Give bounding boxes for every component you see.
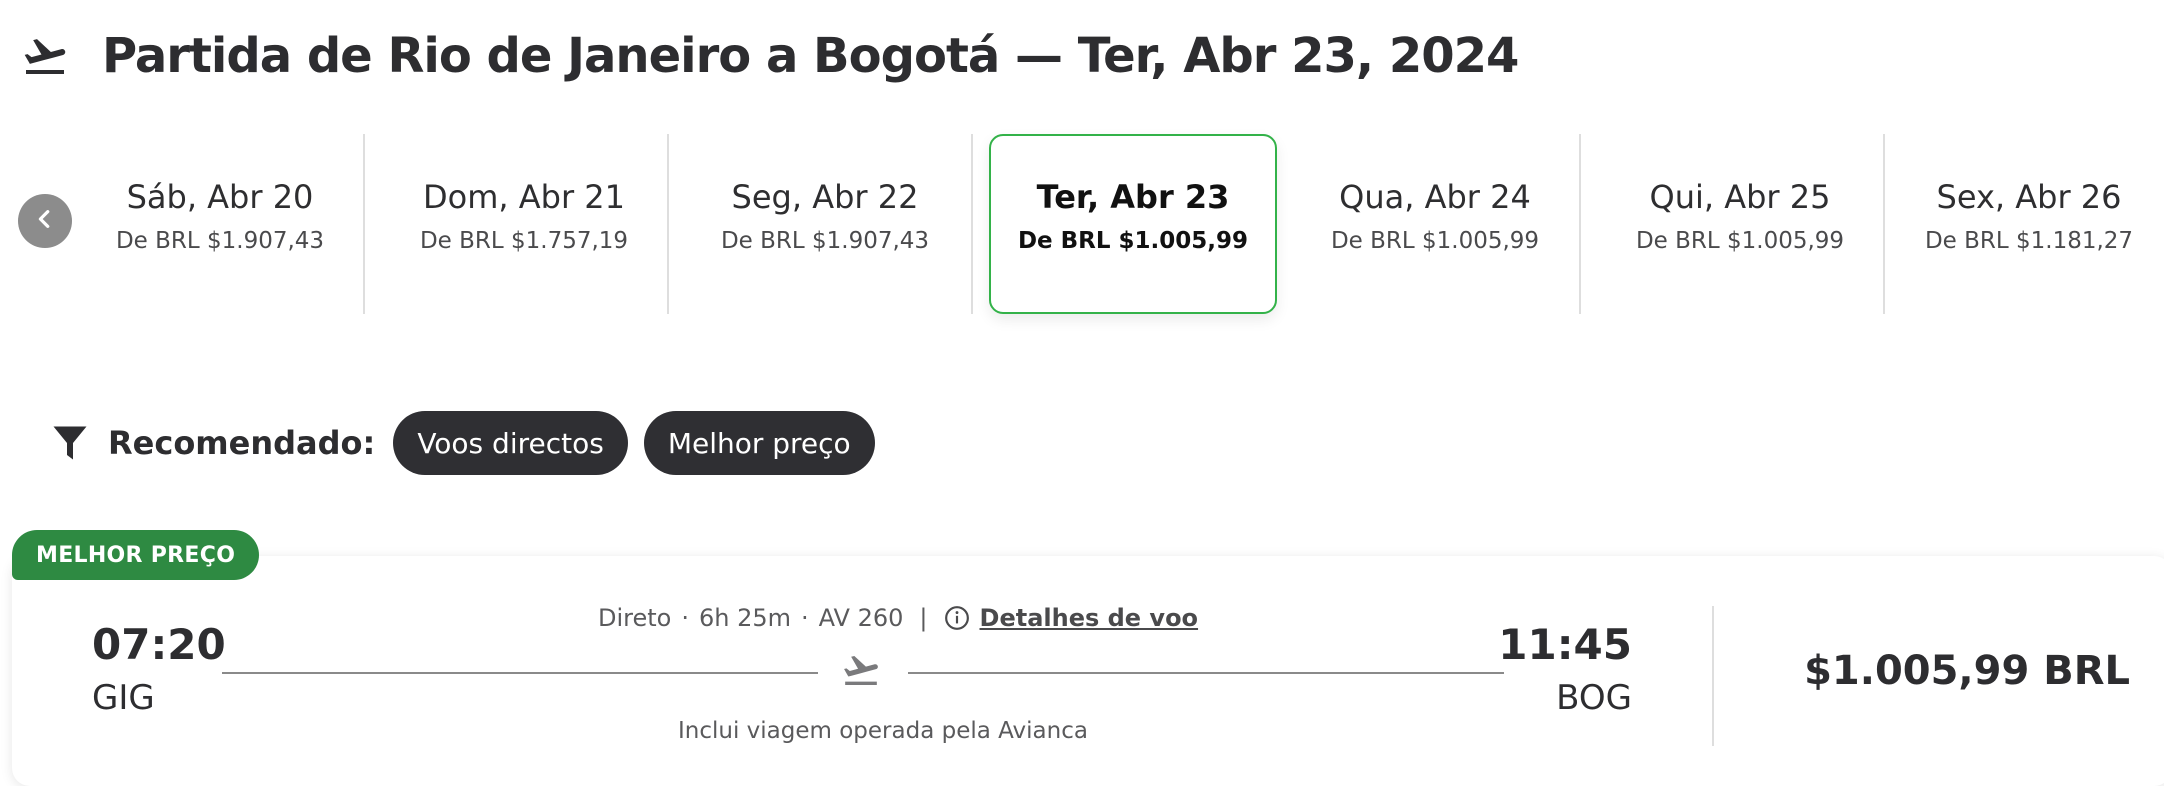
divider bbox=[667, 134, 669, 314]
date-option[interactable]: Dom, Abr 21 De BRL $1.757,19 bbox=[374, 134, 674, 314]
flight-meta: Direto · 6h 25m · AV 260 | Detalhes de v… bbox=[598, 602, 1198, 634]
flight-price[interactable]: $1.005,99 BRL bbox=[1804, 648, 2130, 694]
filter-label: Recomendado: bbox=[108, 424, 376, 462]
date-label: Ter, Abr 23 bbox=[1036, 178, 1230, 216]
date-price: De BRL $1.757,19 bbox=[419, 228, 629, 254]
airplane-departure-icon bbox=[18, 28, 74, 84]
filter-icon bbox=[52, 423, 88, 463]
date-label: Qui, Abr 25 bbox=[1649, 178, 1831, 216]
date-price: De BRL $1.005,99 bbox=[1017, 228, 1249, 254]
date-selector: Sáb, Abr 20 De BRL $1.907,43 Dom, Abr 21… bbox=[0, 134, 2164, 316]
date-option[interactable]: Sex, Abr 26 De BRL $1.181,27 bbox=[1894, 134, 2164, 314]
date-price: De BRL $1.005,99 bbox=[1330, 228, 1540, 254]
date-option-selected[interactable]: Ter, Abr 23 De BRL $1.005,99 bbox=[989, 134, 1277, 314]
stops-label: Direto bbox=[598, 604, 672, 632]
page-header: Partida de Rio de Janeiro a Bogotá — Ter… bbox=[18, 24, 1519, 88]
page-title: Partida de Rio de Janeiro a Bogotá — Ter… bbox=[102, 28, 1519, 84]
duration-label: 6h 25m bbox=[699, 604, 792, 632]
date-price: De BRL $1.181,27 bbox=[1924, 228, 2134, 254]
direct-flights-chip[interactable]: Voos directos bbox=[393, 411, 628, 475]
date-label: Seg, Abr 22 bbox=[731, 178, 919, 216]
date-label: Dom, Abr 21 bbox=[423, 178, 625, 216]
divider bbox=[363, 134, 365, 314]
best-price-badge: MELHOR PREÇO bbox=[12, 530, 260, 580]
date-option[interactable]: Sáb, Abr 20 De BRL $1.907,43 bbox=[70, 134, 370, 314]
separator-pipe: | bbox=[919, 604, 928, 632]
date-price: De BRL $1.907,43 bbox=[720, 228, 930, 254]
separator-dot: · bbox=[801, 604, 809, 632]
card-divider bbox=[1712, 606, 1714, 746]
arrival-time: 11:45 bbox=[1498, 620, 1632, 669]
divider bbox=[1579, 134, 1581, 314]
date-option[interactable]: Seg, Abr 22 De BRL $1.907,43 bbox=[675, 134, 975, 314]
date-price: De BRL $1.907,43 bbox=[115, 228, 325, 254]
route-line bbox=[908, 672, 1504, 674]
date-price: De BRL $1.005,99 bbox=[1635, 228, 1845, 254]
divider bbox=[971, 134, 973, 314]
date-label: Sáb, Abr 20 bbox=[126, 178, 314, 216]
arrival-airport: BOG bbox=[1556, 678, 1632, 718]
airplane-icon bbox=[838, 650, 888, 694]
best-price-chip[interactable]: Melhor preço bbox=[643, 411, 875, 475]
date-option[interactable]: Qua, Abr 24 De BRL $1.005,99 bbox=[1285, 134, 1585, 314]
flight-number: AV 260 bbox=[818, 604, 904, 632]
departure-time: 07:20 bbox=[92, 620, 226, 669]
date-label: Sex, Abr 26 bbox=[1936, 178, 2122, 216]
route-line bbox=[222, 672, 818, 674]
departure-airport: GIG bbox=[92, 678, 155, 718]
previous-dates-button[interactable] bbox=[18, 194, 72, 248]
separator-dot: · bbox=[681, 604, 689, 632]
date-label: Qua, Abr 24 bbox=[1339, 178, 1531, 216]
info-icon bbox=[944, 605, 970, 631]
date-option[interactable]: Qui, Abr 25 De BRL $1.005,99 bbox=[1590, 134, 1890, 314]
chevron-left-icon bbox=[34, 208, 56, 234]
operated-by-note: Inclui viagem operada pela Avianca bbox=[678, 718, 1088, 744]
flight-details-link[interactable]: Detalhes de voo bbox=[980, 604, 1199, 632]
divider bbox=[1883, 134, 1885, 314]
filter-bar: Recomendado: Voos directos Melhor preço bbox=[52, 410, 891, 476]
